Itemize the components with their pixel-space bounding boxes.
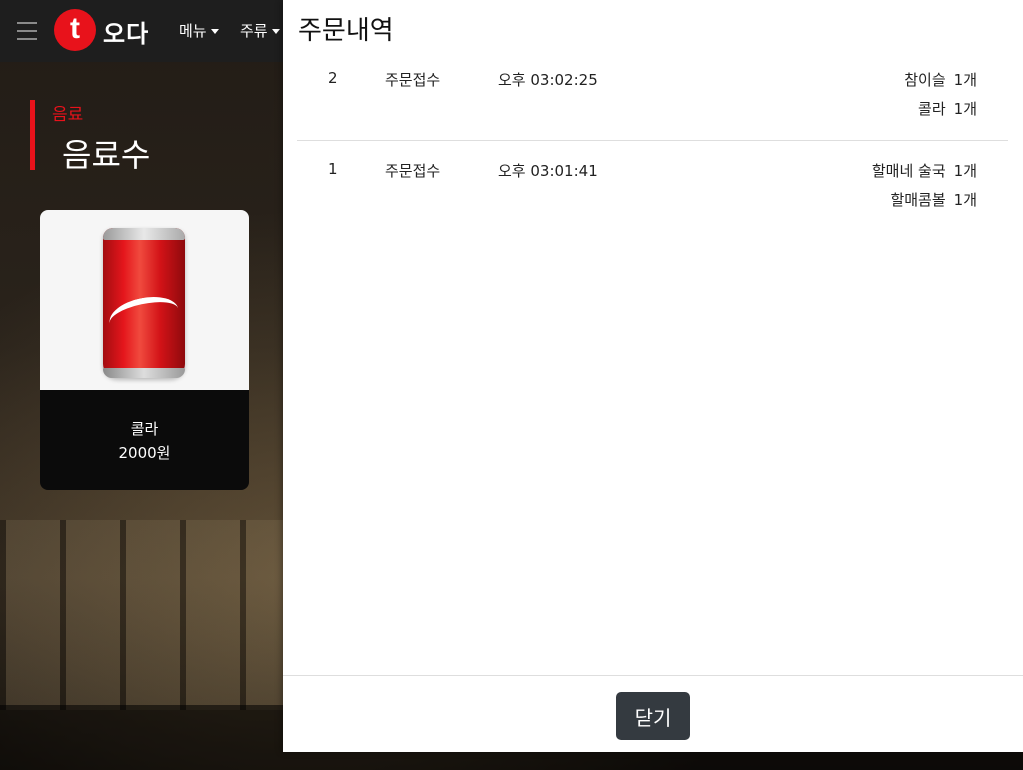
order-item-name: 할매콤볼 — [890, 191, 946, 209]
category-accent-bar — [30, 100, 35, 170]
cola-can-image — [103, 228, 185, 378]
background-decor — [0, 520, 283, 710]
nav-dropdown-menu[interactable]: 메뉴 — [179, 20, 219, 41]
order-number: 1 — [328, 160, 338, 178]
order-status: 주문접수 — [385, 162, 441, 180]
product-name: 콜라 — [130, 420, 159, 438]
order-item: 할매네 술국 1개 — [872, 160, 977, 189]
order-history-modal: 주문내역 2 주문접수 오후 03:02:25 참이슬 1개 콜라 1개 1 주문접… — [283, 0, 1023, 752]
nav-dropdown-liquor[interactable]: 주류 — [240, 20, 280, 41]
caret-down-icon — [271, 29, 280, 34]
product-card[interactable]: 콜라 2000원 — [40, 210, 249, 490]
order-item-qty: 1개 — [953, 100, 977, 118]
product-image — [40, 210, 249, 390]
order-item-qty: 1개 — [953, 71, 977, 89]
order-item-name: 참이슬 — [904, 71, 946, 89]
product-price: 2000원 — [118, 444, 171, 462]
hamburger-menu-icon[interactable] — [17, 22, 37, 40]
caret-down-icon — [210, 29, 219, 34]
order-time: 오후 03:02:25 — [498, 71, 598, 89]
logo-text[interactable]: 오다 — [103, 14, 149, 49]
order-item-name: 할매네 술국 — [871, 162, 946, 180]
order-item: 콜라 1개 — [904, 98, 977, 127]
nav-label-menu: 메뉴 — [179, 22, 207, 40]
order-item-qty: 1개 — [953, 162, 977, 180]
order-item-name: 콜라 — [918, 100, 946, 118]
nav-label-liquor: 주류 — [240, 22, 268, 40]
modal-footer-divider — [283, 675, 1023, 676]
modal-title: 주문내역 — [298, 16, 394, 46]
order-number: 2 — [328, 69, 338, 87]
order-item: 참이슬 1개 — [904, 69, 977, 98]
category-small-label: 음료 — [52, 105, 84, 125]
order-time: 오후 03:01:41 — [498, 162, 598, 180]
order-items: 할매네 술국 1개 할매콤볼 1개 — [872, 160, 977, 218]
order-item-qty: 1개 — [953, 191, 977, 209]
order-items: 참이슬 1개 콜라 1개 — [904, 69, 977, 127]
order-item: 할매콤볼 1개 — [872, 189, 977, 218]
logo-icon[interactable]: t — [54, 9, 96, 51]
close-button[interactable]: 닫기 — [616, 692, 690, 740]
category-title: 음료수 — [62, 136, 151, 174]
order-status: 주문접수 — [385, 71, 441, 89]
order-divider — [297, 140, 1008, 141]
